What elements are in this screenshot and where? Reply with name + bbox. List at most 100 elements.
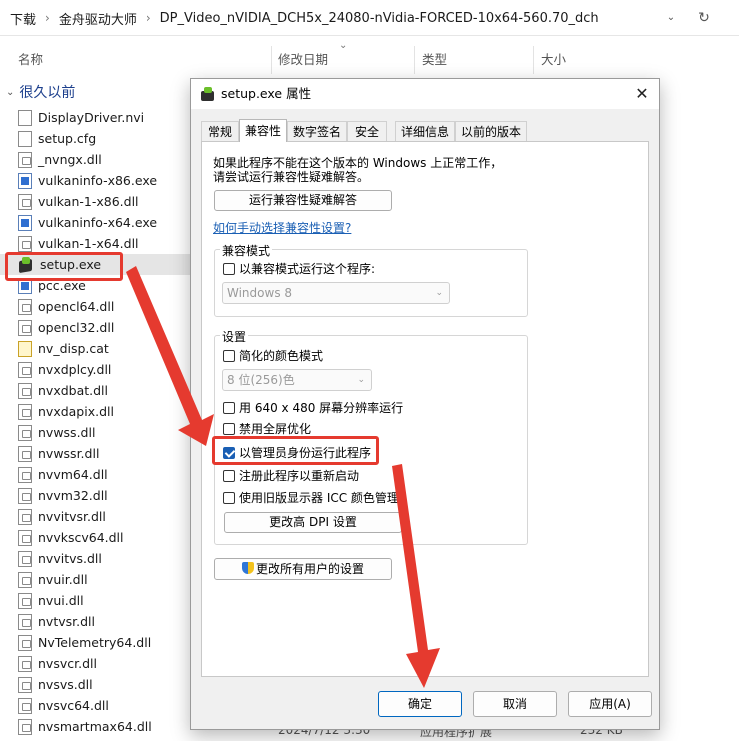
file-name: nvxdapix.dll	[38, 404, 114, 419]
breadcrumb-item[interactable]: 下载	[10, 9, 36, 28]
checkbox-icon[interactable]	[223, 401, 235, 414]
file-name: setup.cfg	[38, 131, 97, 146]
register-restart-label: 注册此程序以重新启动	[239, 469, 360, 483]
tab-previous-versions[interactable]: 以前的版本	[455, 121, 527, 141]
address-bar[interactable]: 下载 › 金舟驱动大师 › DP_Video_nVIDIA_DCH5x_2408…	[0, 0, 739, 36]
refresh-icon[interactable]: ↻	[694, 8, 714, 28]
settings-group-title: 设置	[220, 328, 249, 345]
breadcrumb-separator-icon: ›	[145, 11, 151, 25]
file-name: vulkaninfo-x86.exe	[38, 173, 158, 188]
dll-file-icon	[18, 424, 32, 441]
os-version-value: Windows 8	[227, 286, 293, 300]
breadcrumb-item[interactable]: DP_Video_nVIDIA_DCH5x_24080-nVidia-FORCE…	[160, 11, 599, 26]
column-divider[interactable]	[414, 46, 415, 74]
file-name: nvtvsr.dll	[38, 614, 95, 629]
dialog-title: setup.exe 属性	[221, 86, 312, 101]
dll-file-icon	[18, 655, 32, 672]
file-name: nvvitvsr.dll	[38, 509, 106, 524]
group-label: 很久以前	[19, 85, 76, 101]
file-name: nvvm64.dll	[38, 467, 108, 482]
dll-file-icon	[18, 466, 32, 483]
dll-file-icon	[18, 718, 32, 735]
dialog-title-bar[interactable]: setup.exe 属性 ✕	[191, 79, 659, 109]
dll-file-icon	[18, 319, 32, 336]
tab-compatibility[interactable]: 兼容性	[239, 119, 287, 142]
dll-file-icon	[18, 508, 32, 525]
breadcrumb-separator-icon: ›	[45, 11, 50, 25]
high-dpi-button[interactable]: 更改高 DPI 设置	[224, 512, 402, 533]
column-divider[interactable]	[271, 46, 272, 74]
compat-mode-group-title: 兼容模式	[220, 242, 273, 259]
checkbox-icon[interactable]	[223, 262, 235, 275]
chevron-down-icon: ⌄	[435, 288, 443, 298]
troubleshoot-button[interactable]: 运行兼容性疑难解答	[214, 190, 392, 211]
color-depth-value: 8 位(256)色	[227, 373, 295, 387]
register-restart-checkbox[interactable]: 注册此程序以重新启动	[223, 467, 359, 484]
dll-file-icon	[18, 193, 32, 210]
file-name: vulkan-1-x64.dll	[38, 236, 139, 251]
cancel-button[interactable]: 取消	[473, 691, 557, 717]
dll-file-icon	[18, 592, 32, 609]
manual-settings-link[interactable]: 如何手动选择兼容性设置?	[213, 219, 351, 236]
file-name: nvsmartmax64.dll	[38, 719, 152, 734]
color-depth-select[interactable]: 8 位(256)色 ⌄	[222, 369, 372, 391]
breadcrumb[interactable]: 下载 › 金舟驱动大师 › DP_Video_nVIDIA_DCH5x_2408…	[10, 0, 599, 36]
file-name: nvxdplcy.dll	[38, 362, 112, 377]
file-name: nvsvs.dll	[38, 677, 93, 692]
column-header-size[interactable]: 大小	[541, 44, 566, 76]
os-version-select[interactable]: Windows 8 ⌄	[222, 282, 450, 304]
checkbox-icon[interactable]	[223, 422, 235, 435]
file-name: opencl64.dll	[38, 299, 115, 314]
column-divider[interactable]	[533, 46, 534, 74]
file-name: vulkaninfo-x64.exe	[38, 215, 158, 230]
dll-file-icon	[18, 697, 32, 714]
checkbox-icon[interactable]	[223, 491, 235, 504]
dll-file-icon	[18, 445, 32, 462]
dll-file-icon	[18, 676, 32, 693]
dll-file-icon	[18, 361, 32, 378]
tab-details[interactable]: 详细信息	[395, 121, 455, 141]
dll-file-icon	[18, 613, 32, 630]
file-name: nvvm32.dll	[38, 488, 108, 503]
column-header-row: 名称 修改日期 类型 大小	[0, 44, 739, 76]
apply-button[interactable]: 应用(A)	[568, 691, 652, 717]
highlight-box-setup-exe	[5, 252, 123, 281]
dll-file-icon	[18, 235, 32, 252]
checkbox-icon[interactable]	[223, 469, 235, 482]
column-header-type[interactable]: 类型	[422, 44, 447, 76]
ok-button[interactable]: 确定	[378, 691, 462, 717]
reduced-color-checkbox[interactable]: 简化的颜色模式	[223, 347, 323, 364]
dll-file-icon	[18, 487, 32, 504]
compat-mode-checkbox[interactable]: 以兼容模式运行这个程序:	[223, 260, 375, 277]
dll-file-icon	[18, 382, 32, 399]
tab-security[interactable]: 安全	[347, 121, 387, 141]
chevron-down-icon[interactable]: ⌄	[662, 9, 680, 27]
dll-file-icon	[18, 550, 32, 567]
breadcrumb-item[interactable]: 金舟驱动大师	[59, 9, 137, 28]
setup-app-icon	[201, 87, 215, 101]
file-name: opencl32.dll	[38, 320, 115, 335]
tab-general[interactable]: 常规	[201, 121, 239, 141]
file-name: nvwssr.dll	[38, 446, 100, 461]
column-header-date[interactable]: 修改日期	[278, 44, 328, 76]
file-name: nvuir.dll	[38, 572, 88, 587]
tab-bar: 常规 兼容性 数字签名 安全 详细信息 以前的版本	[201, 119, 641, 143]
legacy-icc-label: 使用旧版显示器 ICC 颜色管理	[239, 491, 399, 505]
sort-caret-icon: ⌄	[339, 40, 348, 51]
chevron-down-icon[interactable]: ⌄	[6, 82, 14, 104]
resolution-640-label: 用 640 x 480 屏幕分辨率运行	[239, 401, 404, 415]
resolution-640-checkbox[interactable]: 用 640 x 480 屏幕分辨率运行	[223, 399, 403, 416]
tab-digital-signature[interactable]: 数字签名	[287, 121, 347, 141]
column-header-name[interactable]: 名称	[18, 44, 43, 76]
legacy-icc-checkbox[interactable]: 使用旧版显示器 ICC 颜色管理	[223, 489, 399, 506]
cat-file-icon	[18, 340, 32, 357]
disable-fullscreen-checkbox[interactable]: 禁用全屏优化	[223, 420, 311, 437]
checkbox-icon[interactable]	[223, 349, 235, 362]
dll-file-icon	[18, 634, 32, 651]
all-users-button[interactable]: 更改所有用户的设置	[214, 558, 392, 580]
file-name: nvvkscv64.dll	[38, 530, 124, 545]
exe-file-icon	[18, 214, 32, 231]
reduced-color-label: 简化的颜色模式	[239, 349, 324, 363]
close-icon[interactable]: ✕	[631, 84, 653, 104]
group-header[interactable]: ⌄ 很久以前	[6, 82, 75, 104]
